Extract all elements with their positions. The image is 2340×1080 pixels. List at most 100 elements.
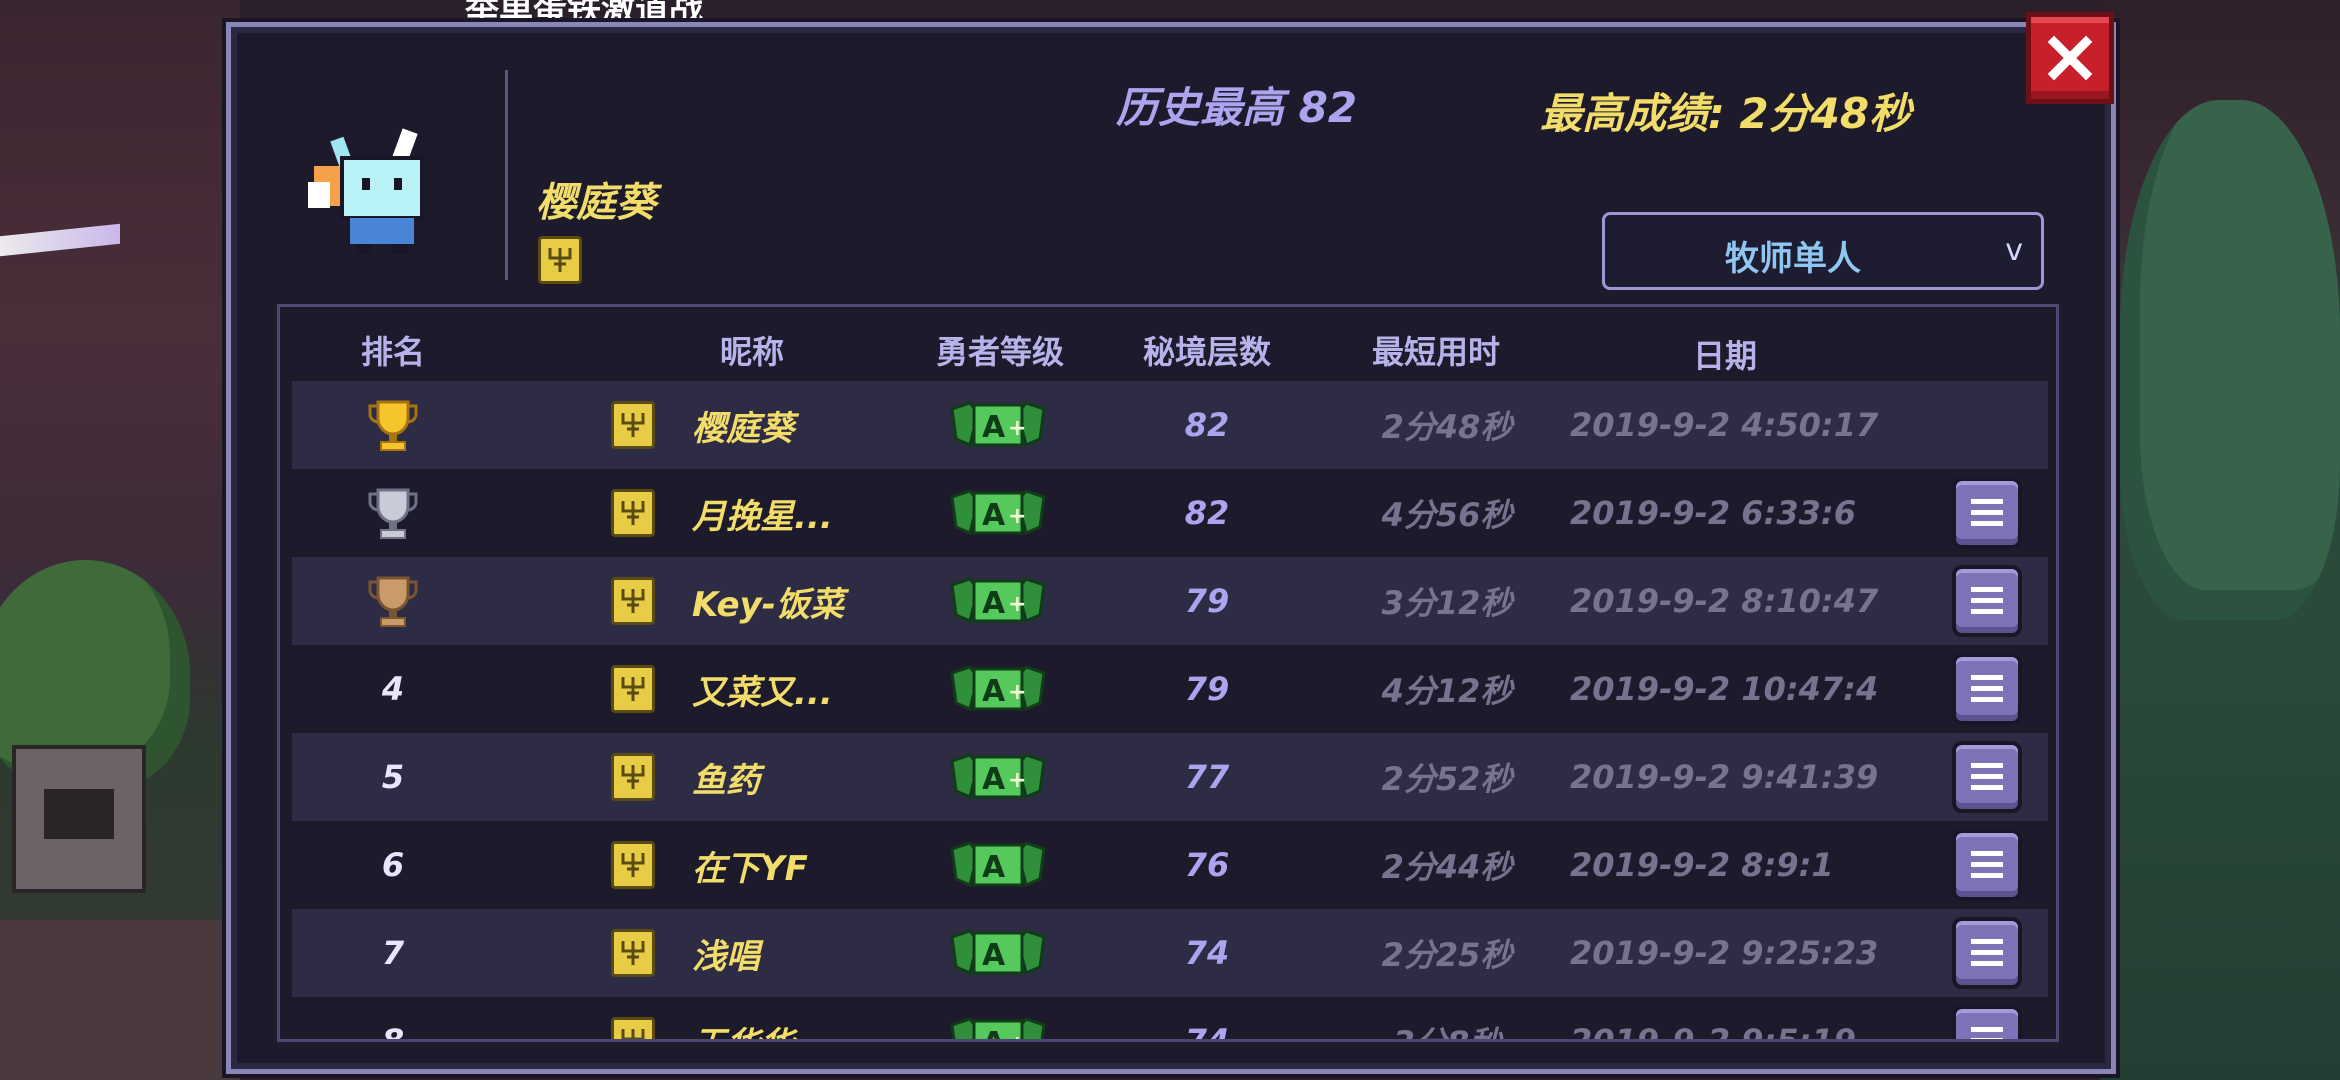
rank-cell [366,469,420,557]
hero-level-icon: A [950,929,1046,976]
detail-cell [1952,997,2022,1039]
svg-text:A: A [982,586,1006,621]
player-name-cell: 樱庭葵 [692,408,794,449]
detail-button[interactable] [1952,653,2022,725]
player-class-badge [538,236,582,284]
class-badge [611,753,655,801]
hero-level-cell: A [948,909,1048,997]
player-name-cell: Key-饭菜 [692,584,844,625]
player-name-cell: 浅唱 [692,936,760,977]
hero-level-cell: A+ [948,645,1048,733]
menu-list-icon [1971,499,2003,526]
best-time: 4分12秒 [1381,672,1513,710]
floor-count: 79 [1184,670,1230,708]
hero-level-icon: A+ [950,1017,1046,1042]
class-badge-cell [611,733,655,821]
menu-list-icon [1971,675,2003,702]
detail-button[interactable] [1952,917,2022,989]
svg-text:A: A [982,1026,1006,1042]
player-name-cell: 鱼药 [692,760,760,801]
class-badge [611,1017,655,1039]
hero-level-icon: A+ [950,401,1046,448]
detail-button[interactable] [1952,565,2022,637]
best-time: 3分12秒 [1381,584,1513,622]
table-header: 排名 昵称 勇者等级 秘境层数 最短用时 日期 [280,307,2056,379]
table-row: 4 又菜又... A +79 4分12秒 2019-9-2 10:47:4 [292,645,2048,733]
best-time: 2分52秒 [1381,760,1513,798]
best-record: 最高成绩: 2分48秒 [1540,89,1912,138]
record-date: 2019-9-2 9:25:23 [1570,934,1879,972]
hero-level-cell: A [948,821,1048,909]
floor-count: 79 [1184,582,1230,620]
chevron-down-icon: v [2005,233,2023,268]
floor-count: 82 [1184,406,1230,444]
trident-icon [621,677,645,701]
detail-cell [1952,469,2022,557]
record-date: 2019-9-2 9:41:39 [1570,758,1879,796]
table-row: 月挽星... A +82 4分56秒 2019-9-2 6:33:6 [292,469,2048,557]
menu-list-icon [1971,587,2003,614]
class-badge [611,489,655,537]
rank-cell: 5 [382,733,404,821]
player-avatar [308,128,424,254]
detail-button[interactable] [1952,829,2022,901]
trident-icon [621,501,645,525]
class-badge-cell [611,469,655,557]
rank-cell: 8 [382,997,404,1039]
gold-trophy-icon [368,400,418,451]
rank-number: 4 [381,670,405,708]
floor-count: 76 [1184,846,1230,884]
hero-level-cell: A+ [948,381,1048,469]
column-level: 勇者等级 [935,333,1065,371]
menu-list-icon [1971,851,2003,878]
leaderboard-table: 排名 昵称 勇者等级 秘境层数 最短用时 日期 樱庭葵 A +82 2分48秒 2019… [277,304,2059,1042]
hero-level-icon: A+ [950,577,1046,624]
table-body: 樱庭葵 A +82 2分48秒 2019-9-2 4:50:17 月挽星... A +82 4分… [292,381,2048,1042]
class-badge [611,665,655,713]
header-divider [505,70,508,280]
hero-level-cell: A+ [948,997,1048,1042]
close-button[interactable] [2026,12,2114,104]
trident-icon [621,413,645,437]
background-left [0,0,240,1080]
floor-count: 82 [1184,494,1230,532]
detail-cell [1952,821,2022,909]
trident-icon [621,853,645,877]
floor-count: 74 [1184,934,1230,972]
mode-dropdown[interactable]: 牧师单人 v [1602,212,2044,290]
table-row: 7 浅唱 A 74 2分25秒 2019-9-2 9:25:23 [292,909,2048,997]
trident-icon [621,765,645,789]
hero-level-icon: A+ [950,753,1046,800]
table-row: 8无华华A+743分8秒2019-9-2 9:5:19 [292,997,2048,1042]
trident-icon [548,248,572,272]
menu-list-icon [1971,1027,2003,1039]
player-name: 樱庭葵 [536,180,656,226]
rank-number: 5 [381,758,405,796]
player-name-cell: 又菜又... [692,672,833,713]
best-time: 2分25秒 [1381,936,1513,974]
menu-list-icon [1971,763,2003,790]
bronze-trophy-icon [368,576,418,627]
record-date: 2019-9-2 9:5:19 [1570,1022,1856,1042]
stone-block [12,745,146,893]
column-rank: 排名 [360,333,426,371]
svg-text:+: + [1008,416,1026,441]
detail-button[interactable] [1952,1005,2022,1039]
hero-level-cell: A+ [948,469,1048,557]
history-best: 历史最高 82 [1116,83,1358,132]
hero-level-icon: A+ [950,489,1046,536]
class-badge-cell [611,821,655,909]
column-time: 最短用时 [1371,333,1501,371]
svg-text:+: + [1008,768,1026,793]
detail-button[interactable] [1952,741,2022,813]
best-time: 2分48秒 [1381,408,1513,446]
detail-button[interactable] [1952,477,2022,549]
class-badge [611,577,655,625]
silver-trophy-icon [368,488,418,539]
rank-cell: 6 [382,821,404,909]
trident-icon [621,941,645,965]
best-time: 2分44秒 [1381,848,1513,886]
svg-text:A: A [982,410,1006,445]
close-icon [2047,35,2093,81]
best-time: 3分8秒 [1393,997,1502,1039]
